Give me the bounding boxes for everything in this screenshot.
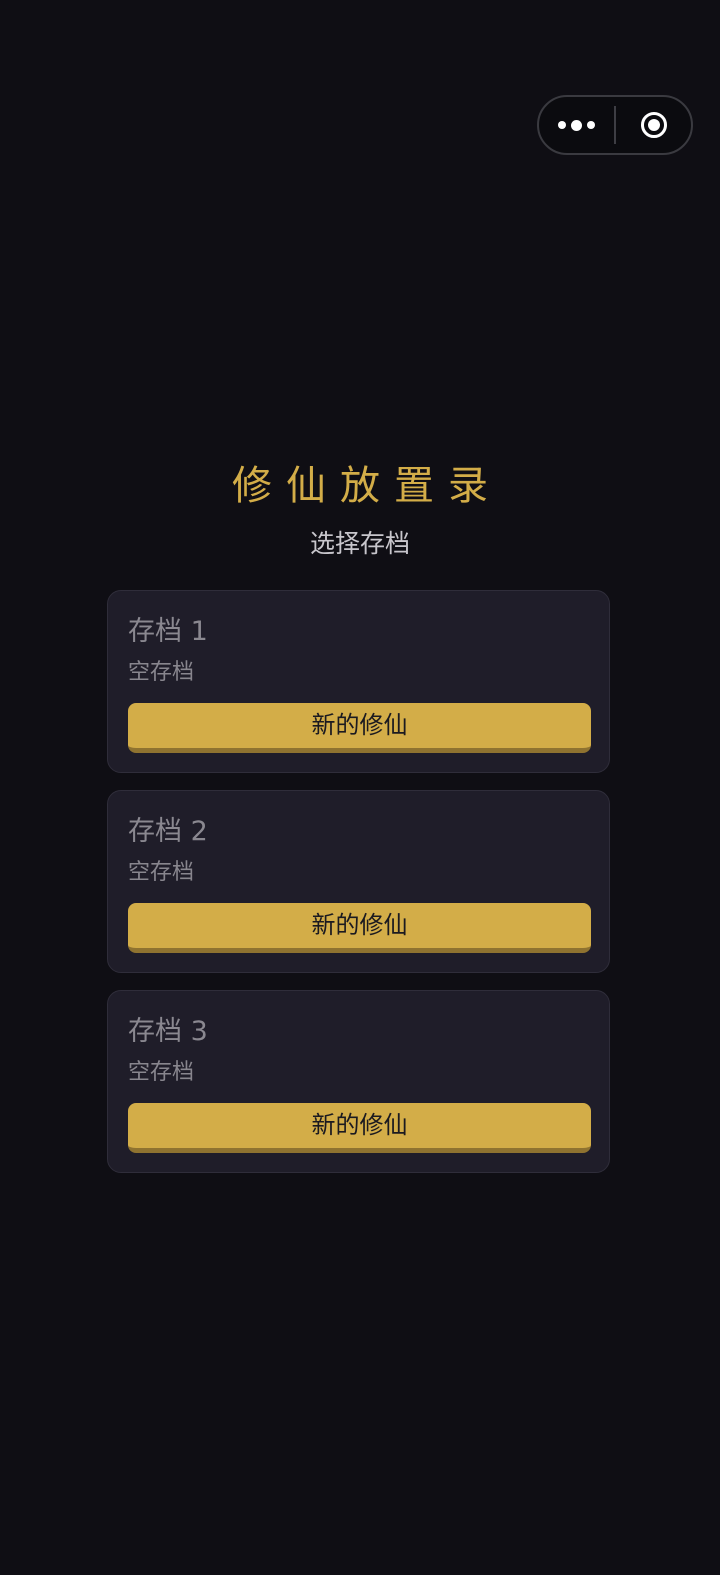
new-game-button-1[interactable]: 新的修仙: [128, 703, 591, 753]
close-target-icon: [640, 112, 667, 138]
more-dots-icon: [558, 119, 596, 131]
save-slot-name: 存档 3: [128, 1016, 208, 1047]
save-slot-name: 存档 1: [128, 616, 208, 647]
save-slot-card-1: 存档 1 空存档 新的修仙: [107, 590, 610, 773]
save-slot-list: 存档 1 空存档 新的修仙 存档 2 空存档 新的修仙 存档 3 空存档 新的修…: [107, 590, 610, 1190]
save-slot-card-3: 存档 3 空存档 新的修仙: [107, 990, 610, 1173]
save-slot-card-2: 存档 2 空存档 新的修仙: [107, 790, 610, 973]
save-slot-name: 存档 2: [128, 816, 208, 847]
more-options-button[interactable]: [539, 97, 614, 153]
mini-program-capsule: [537, 95, 693, 155]
save-slot-status: 空存档: [128, 860, 195, 885]
new-game-button-3[interactable]: 新的修仙: [128, 1103, 591, 1153]
select-save-subtitle: 选择存档: [309, 529, 410, 558]
save-slot-status: 空存档: [128, 1060, 195, 1085]
new-game-button-2[interactable]: 新的修仙: [128, 903, 591, 953]
close-mini-program-button[interactable]: [616, 97, 691, 153]
save-slot-status: 空存档: [128, 660, 195, 685]
game-title: 修仙放置录: [232, 463, 502, 509]
